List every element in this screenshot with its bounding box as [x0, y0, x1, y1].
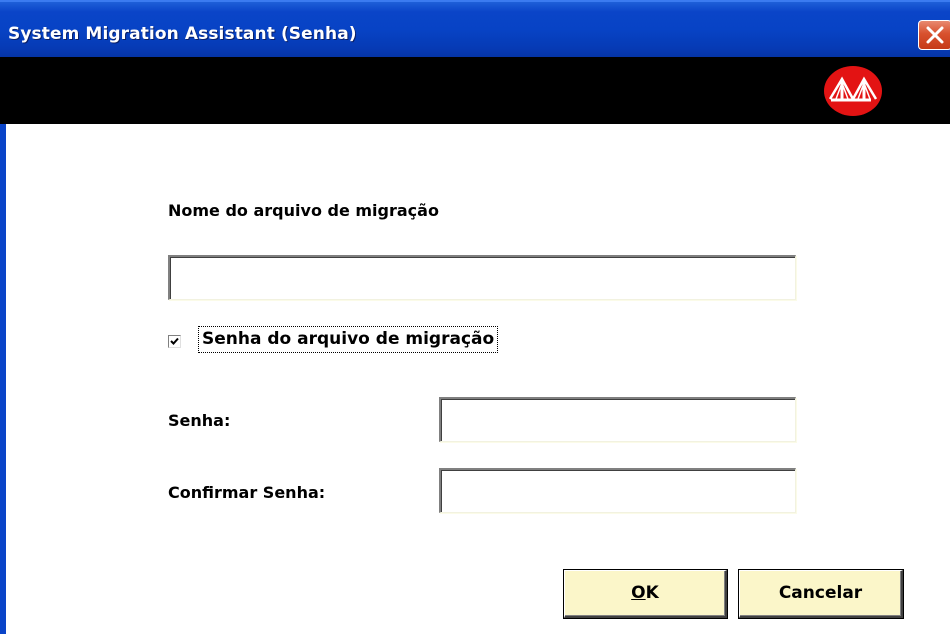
password-checkbox-label[interactable]: Senha do arquivo de migração: [198, 326, 499, 353]
window-title: System Migration Assistant (Senha): [8, 24, 357, 44]
header-banner: [0, 57, 950, 124]
close-button[interactable]: [918, 20, 950, 50]
sma-bridge-logo-icon: [824, 66, 882, 116]
filename-label: Nome do arquivo de migração: [168, 201, 439, 220]
password-input[interactable]: [439, 397, 796, 442]
filename-input[interactable]: [168, 255, 796, 300]
ok-mnemonic: O: [631, 583, 646, 603]
confirm-password-input[interactable]: [439, 468, 796, 513]
title-bar[interactable]: System Migration Assistant (Senha): [0, 0, 950, 57]
ok-button[interactable]: OK: [564, 570, 727, 618]
checkmark-icon: [170, 337, 179, 345]
password-checkbox[interactable]: [168, 335, 181, 348]
window-left-border: [0, 124, 6, 634]
cancel-button[interactable]: Cancelar: [739, 570, 903, 618]
ok-label-rest: K: [645, 583, 659, 603]
cancel-label: Cancelar: [778, 583, 863, 603]
confirm-password-label: Confirmar Senha:: [168, 483, 326, 502]
close-icon: [926, 26, 944, 44]
password-label: Senha:: [168, 411, 231, 430]
